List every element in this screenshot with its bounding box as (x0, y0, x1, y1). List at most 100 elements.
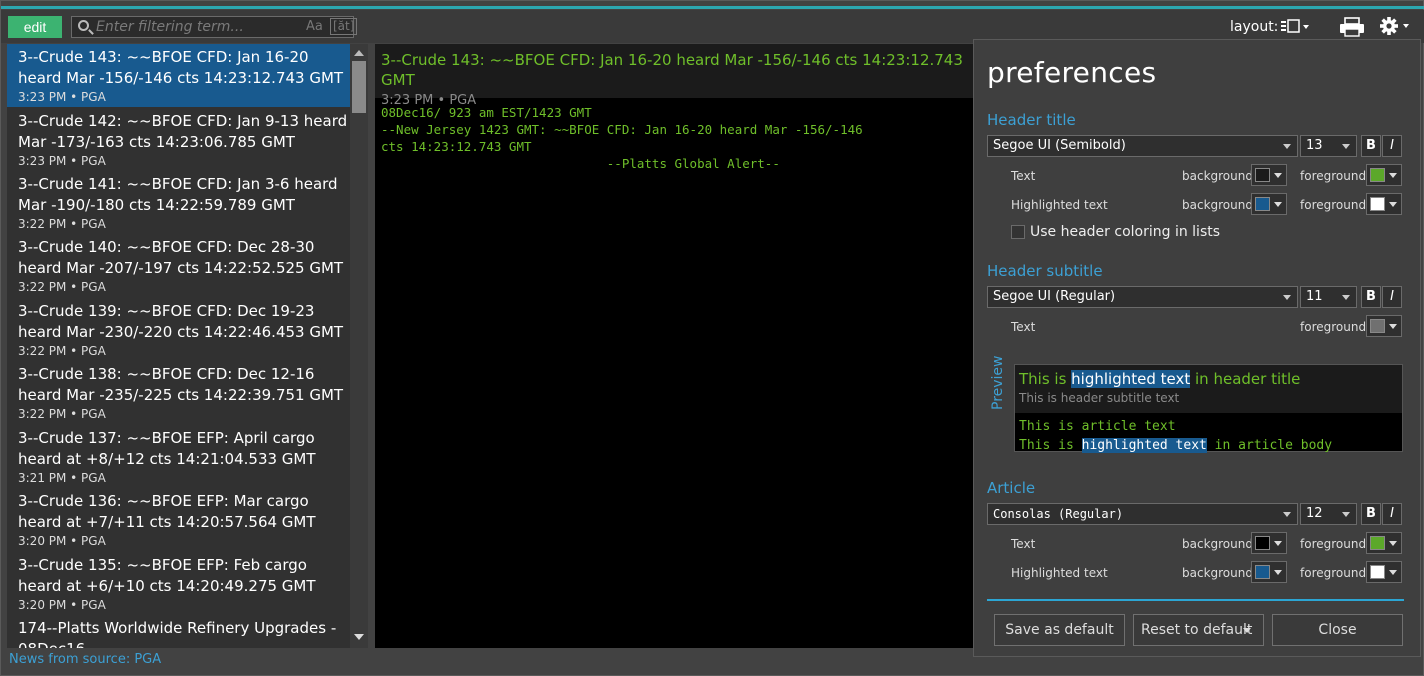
app-window: edit Aa [ăt] layout: (0, 0, 1424, 676)
background-label: background (1182, 198, 1253, 212)
list-scrollbar[interactable] (350, 44, 368, 648)
chevron-down-icon (1389, 541, 1397, 546)
article-font-select[interactable]: Consolas (Regular) (987, 503, 1298, 525)
foreground-label: foreground (1300, 566, 1367, 580)
article-hl-fg-swatch[interactable] (1366, 561, 1402, 583)
article-italic-button[interactable]: I (1382, 503, 1402, 525)
list-item[interactable]: 3--Crude 137: ~~BFOE EFP: April cargo he… (7, 425, 350, 488)
preferences-title: preferences (987, 56, 1157, 89)
accent-line (1, 6, 1424, 9)
match-case-toggle[interactable]: Aa (306, 19, 323, 34)
item-title: 3--Crude 135: ~~BFOE EFP: Feb cargo hear… (18, 556, 316, 595)
header-title-hl-bg-swatch[interactable] (1251, 193, 1287, 215)
header-title-size-value: 13 (1306, 138, 1323, 153)
article-text-bg-swatch[interactable] (1251, 532, 1287, 554)
use-header-coloring-checkbox[interactable] (1011, 225, 1025, 239)
item-title: 3--Crude 137: ~~BFOE EFP: April cargo he… (18, 429, 316, 468)
header-title-text-bg-swatch[interactable] (1251, 164, 1287, 186)
list-item[interactable]: 3--Crude 141: ~~BFOE CFD: Jan 3-6 heard … (7, 171, 350, 234)
item-subtitle: 3:22 PM • PGA (18, 344, 106, 358)
item-subtitle: 3:23 PM • PGA (18, 90, 106, 104)
color-chip (1370, 565, 1385, 579)
preview-title-text: This is (1019, 370, 1072, 388)
color-chip (1255, 197, 1270, 211)
gear-icon[interactable] (1378, 15, 1412, 37)
scroll-thumb[interactable] (352, 61, 366, 113)
filter-box[interactable]: Aa [ăt] (71, 16, 358, 38)
color-chip (1370, 319, 1385, 333)
header-title-size-select[interactable]: 13 (1300, 135, 1357, 157)
color-chip (1255, 565, 1270, 579)
save-as-default-button[interactable]: Save as default (994, 614, 1125, 646)
article-text-label: Text (1011, 537, 1036, 551)
header-title-font-select[interactable]: Segoe UI (Semibold) (987, 135, 1298, 157)
item-subtitle: 3:22 PM • PGA (18, 407, 106, 421)
article-hl-bg-swatch[interactable] (1251, 561, 1287, 583)
article-body: 08Dec16/ 923 am EST/1423 GMT --New Jerse… (381, 105, 863, 171)
news-list[interactable]: 3--Crude 143: ~~BFOE CFD: Jan 16-20 hear… (7, 44, 350, 648)
header-title-bold-button[interactable]: B (1361, 135, 1381, 157)
preview-title: This is highlighted text in header title (1019, 370, 1402, 388)
header-title-font-value: Segoe UI (Semibold) (993, 138, 1126, 153)
edit-button[interactable]: edit (8, 16, 62, 38)
foreground-label: foreground (1300, 537, 1367, 551)
item-title: 3--Crude 141: ~~BFOE CFD: Jan 3-6 heard … (18, 175, 338, 214)
color-chip (1370, 536, 1385, 550)
chevron-down-icon (1283, 295, 1291, 300)
reset-to-default-button[interactable]: Reset to default (1133, 614, 1264, 646)
foreground-label: foreground (1300, 169, 1367, 183)
list-item[interactable]: 3--Crude 138: ~~BFOE CFD: Dec 12-16 hear… (7, 361, 350, 424)
close-button[interactable]: Close (1272, 614, 1403, 646)
filter-input[interactable] (96, 18, 296, 36)
item-title: 3--Crude 138: ~~BFOE CFD: Dec 12-16 hear… (18, 365, 344, 404)
preferences-panel: preferences Header title Segoe UI (Semib… (973, 39, 1421, 657)
chevron-down-icon (1274, 173, 1282, 178)
item-title: 3--Crude 136: ~~BFOE EFP: Mar cargo hear… (18, 492, 316, 531)
header-subtitle-size-select[interactable]: 11 (1300, 286, 1357, 308)
article-title: 3--Crude 143: ~~BFOE CFD: Jan 16-20 hear… (381, 51, 963, 89)
use-header-coloring-label: Use header coloring in lists (1030, 224, 1221, 240)
header-title-text-fg-swatch[interactable] (1366, 164, 1402, 186)
search-icon (78, 20, 89, 31)
header-subtitle-fg-swatch[interactable] (1366, 315, 1402, 337)
whole-word-toggle[interactable]: [ăt] (330, 18, 358, 35)
article-size-select[interactable]: 12 (1300, 503, 1357, 525)
article-highlighted-label: Highlighted text (1011, 566, 1108, 580)
article-text-fg-swatch[interactable] (1366, 532, 1402, 554)
header-title-italic-button[interactable]: I (1382, 135, 1402, 157)
header-subtitle-size-value: 11 (1306, 289, 1323, 304)
color-chip (1370, 197, 1385, 211)
header-subtitle-font-select[interactable]: Segoe UI (Regular) (987, 286, 1298, 308)
list-item[interactable]: 3--Crude 143: ~~BFOE CFD: Jan 16-20 hear… (7, 44, 350, 107)
list-item[interactable]: 3--Crude 142: ~~BFOE CFD: Jan 9-13 heard… (7, 108, 350, 171)
layout-icon[interactable] (1280, 19, 1310, 35)
item-subtitle: 3:20 PM • PGA (18, 534, 106, 548)
article-bold-button[interactable]: B (1361, 503, 1381, 525)
chevron-down-icon (1389, 570, 1397, 575)
chevron-down-icon (1389, 324, 1397, 329)
background-label: background (1182, 566, 1253, 580)
header-subtitle-bold-button[interactable]: B (1361, 286, 1381, 308)
header-title-hl-fg-swatch[interactable] (1366, 193, 1402, 215)
scroll-up-icon[interactable] (354, 50, 364, 56)
foreground-label: foreground (1300, 198, 1367, 212)
list-item[interactable]: 174--Platts Worldwide Refinery Upgrades … (7, 615, 350, 648)
layout-label: layout: (1230, 19, 1279, 35)
foreground-label: foreground (1300, 320, 1367, 334)
status-text: News from source: PGA (9, 652, 162, 667)
color-chip (1255, 168, 1270, 182)
header-subtitle-font-value: Segoe UI (Regular) (993, 289, 1116, 304)
list-item[interactable]: 3--Crude 135: ~~BFOE EFP: Feb cargo hear… (7, 552, 350, 615)
item-title: 174--Platts Worldwide Refinery Upgrades … (18, 619, 337, 648)
article-section-label: Article (987, 479, 1036, 497)
print-icon[interactable] (1339, 17, 1365, 37)
item-subtitle: 3:20 PM • PGA (18, 598, 106, 612)
list-item[interactable]: 3--Crude 139: ~~BFOE CFD: Dec 19-23 hear… (7, 298, 350, 361)
item-title: 3--Crude 139: ~~BFOE CFD: Dec 19-23 hear… (18, 302, 344, 341)
scroll-down-icon[interactable] (354, 634, 364, 640)
chevron-down-icon (1389, 202, 1397, 207)
list-item[interactable]: 3--Crude 140: ~~BFOE CFD: Dec 28-30 hear… (7, 234, 350, 297)
list-item[interactable]: 3--Crude 136: ~~BFOE EFP: Mar cargo hear… (7, 488, 350, 551)
preview-title-text: in header title (1190, 370, 1301, 388)
header-subtitle-italic-button[interactable]: I (1382, 286, 1402, 308)
